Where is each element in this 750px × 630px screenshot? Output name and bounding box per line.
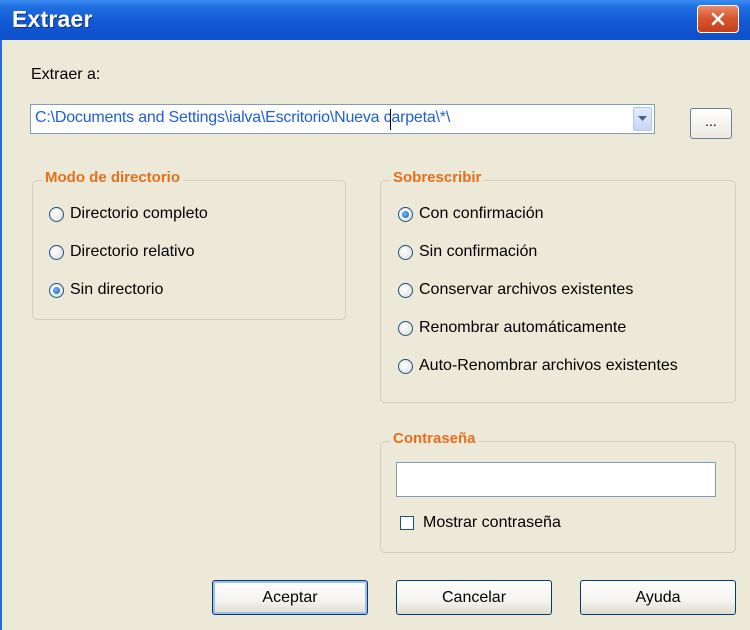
show-password-checkbox[interactable] [400, 516, 414, 530]
radio-button[interactable] [49, 206, 64, 222]
radio-sin-confirmacion[interactable]: Sin confirmación [398, 243, 537, 261]
cancel-button[interactable]: Cancelar [396, 580, 552, 615]
radio-renombrar-automaticamente[interactable]: Renombrar automáticamente [398, 319, 626, 337]
path-combobox[interactable]: C:\Documents and Settings\ialva\Escritor… [30, 104, 655, 134]
directory-mode-title: Modo de directorio [42, 169, 183, 186]
radio-label: Conservar archivos existentes [419, 281, 634, 298]
title-bar[interactable]: Extraer [0, 0, 750, 40]
password-field[interactable] [396, 462, 716, 497]
extract-dialog: Extraer Extraer a: C:\Documents and Sett… [0, 0, 750, 630]
radio-conservar-archivos[interactable]: Conservar archivos existentes [398, 281, 633, 299]
radio-auto-renombrar[interactable]: Auto-Renombrar archivos existentes [398, 357, 678, 375]
radio-button[interactable] [398, 358, 413, 374]
radio-directorio-completo[interactable]: Directorio completo [49, 205, 208, 223]
radio-button[interactable] [49, 244, 64, 260]
password-group [380, 441, 736, 553]
radio-label: Sin confirmación [419, 243, 538, 260]
radio-button[interactable] [398, 282, 413, 298]
radio-button[interactable] [398, 206, 413, 222]
chevron-down-icon [638, 116, 647, 121]
path-dropdown-button[interactable] [633, 107, 652, 131]
accept-button[interactable]: Aceptar [212, 580, 368, 615]
show-password-label: Mostrar contraseña [423, 514, 561, 531]
text-caret [390, 109, 391, 130]
extract-to-label: Extraer a: [31, 66, 101, 83]
close-button[interactable] [697, 5, 739, 33]
radio-button[interactable] [398, 244, 413, 260]
browse-button[interactable]: ... [690, 108, 732, 139]
radio-button[interactable] [49, 282, 64, 298]
radio-label: Renombrar automáticamente [419, 319, 627, 336]
help-button[interactable]: Ayuda [580, 580, 736, 615]
show-password-checkbox-row[interactable]: Mostrar contraseña [400, 514, 561, 532]
window-border [0, 40, 2, 630]
radio-label: Directorio completo [70, 205, 208, 222]
radio-sin-directorio[interactable]: Sin directorio [49, 281, 163, 299]
radio-directorio-relativo[interactable]: Directorio relativo [49, 243, 194, 261]
radio-con-confirmacion[interactable]: Con confirmación [398, 205, 544, 223]
radio-label: Directorio relativo [70, 243, 195, 260]
radio-label: Con confirmación [419, 205, 544, 222]
window-title: Extraer [12, 6, 93, 32]
close-icon [711, 12, 725, 26]
overwrite-title: Sobrescribir [390, 169, 485, 186]
path-input[interactable]: C:\Documents and Settings\ialva\Escritor… [35, 109, 450, 127]
radio-label: Auto-Renombrar archivos existentes [419, 357, 678, 374]
radio-button[interactable] [398, 320, 413, 336]
radio-label: Sin directorio [70, 281, 164, 298]
password-title: Contraseña [390, 430, 479, 447]
